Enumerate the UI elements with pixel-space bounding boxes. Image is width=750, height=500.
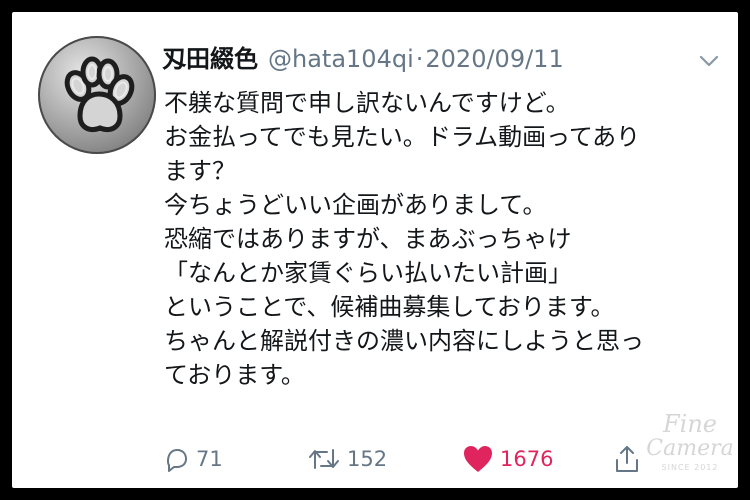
tweet-line: 「なんとか家賃ぐらい払いたい計画」 xyxy=(164,259,572,287)
user-handle[interactable]: @hata104qi xyxy=(268,45,414,73)
retweet-button[interactable]: 152 xyxy=(307,442,387,476)
retweet-count: 152 xyxy=(347,447,388,471)
tweet-line: ます？ xyxy=(164,157,236,185)
tweet-line: お金払ってでも見たい。ドラム動画ってあり xyxy=(164,123,641,151)
separator: · xyxy=(415,45,424,73)
retweet-icon xyxy=(309,449,339,469)
like-button[interactable]: 1676 xyxy=(462,442,553,476)
watermark-logo: Fine Camera SINCE 2012 xyxy=(646,410,734,472)
reply-count: 71 xyxy=(196,447,223,471)
tweet-line: ております。 xyxy=(164,361,305,389)
avatar[interactable] xyxy=(38,36,156,154)
tweet-header: 刄田綴色 @hata104qi·2020/09/11 xyxy=(162,42,564,76)
heart-icon xyxy=(464,446,492,472)
display-name[interactable]: 刄田綴色 xyxy=(162,45,258,73)
tweet-line: 不躾な質問で申し訳ないんですけど。 xyxy=(164,89,570,117)
tweet-date[interactable]: 2020/09/11 xyxy=(425,45,563,73)
share-icon xyxy=(616,446,638,472)
tweet-line: ということで、候補曲募集しております。 xyxy=(164,293,615,321)
share-button[interactable] xyxy=(612,442,642,476)
paw-print-icon xyxy=(64,56,135,132)
tweet-line: 恐縮ではありますが、まあぶっちゃけ xyxy=(164,225,572,253)
reply-button[interactable]: 71 xyxy=(162,442,223,476)
reply-icon xyxy=(167,449,187,472)
tweet-line: 今ちょうどいい企画がありまして。 xyxy=(164,191,547,219)
chevron-down-icon[interactable] xyxy=(699,54,719,68)
tweet-line: ちゃんと解説付きの濃い内容にしようと思っ xyxy=(164,327,644,355)
tweet-actions: 71 152 1676 xyxy=(162,442,702,476)
tweet-card: 刄田綴色 @hata104qi·2020/09/11 不躾な質問で申し訳ないんです… xyxy=(12,12,738,488)
like-count: 1676 xyxy=(500,447,554,471)
tweet-text: 不躾な質問で申し訳ないんですけど。 お金払ってでも見たい。ドラム動画ってあり ま… xyxy=(164,86,724,392)
